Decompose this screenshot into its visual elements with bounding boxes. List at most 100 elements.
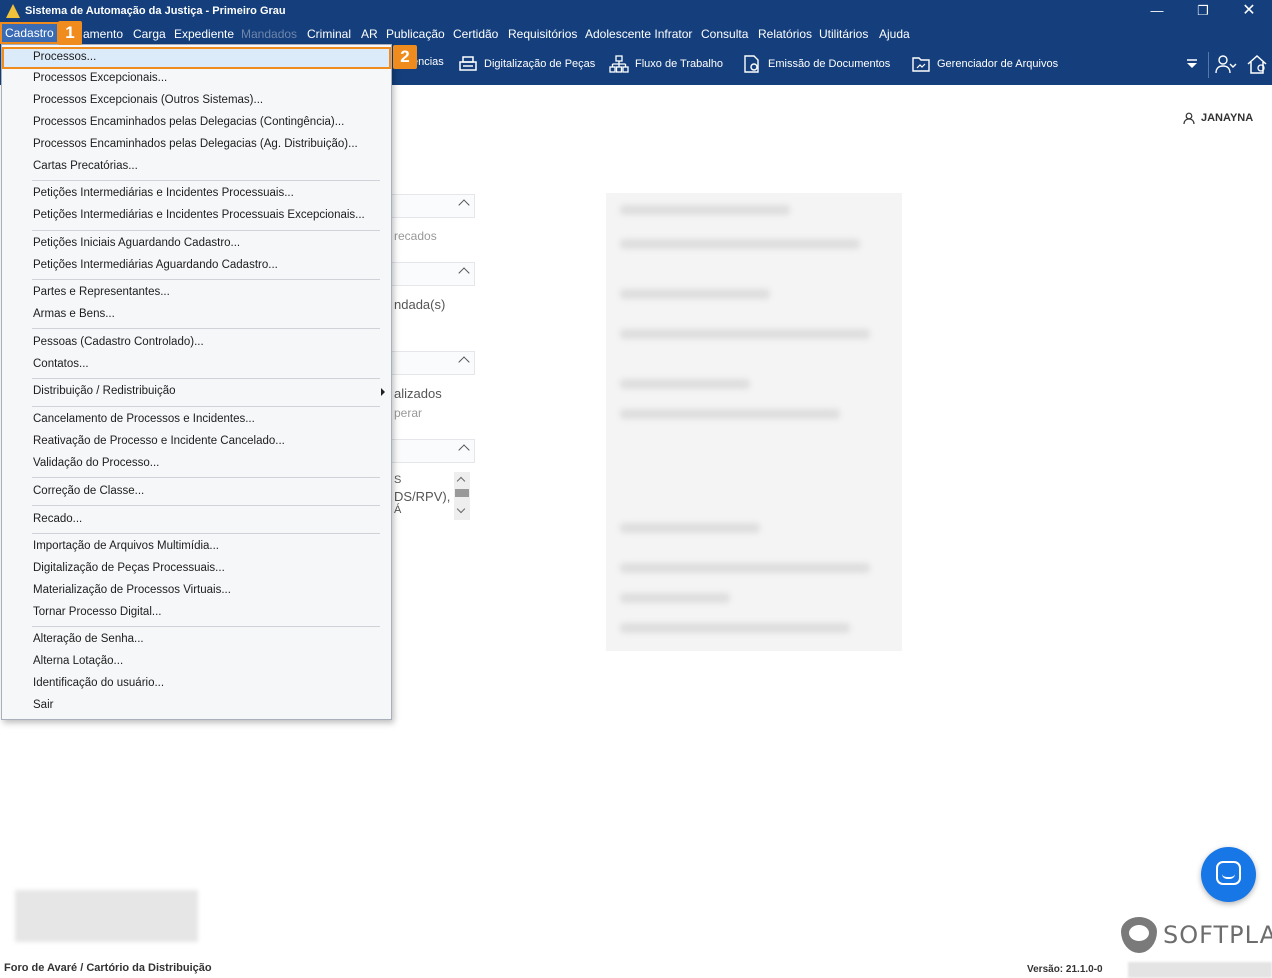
panel-text-mandados: ndada(s) [394,297,446,312]
menu-separator [32,279,380,280]
scroll-down-icon[interactable] [456,504,466,514]
scroll-up-icon[interactable] [456,476,466,486]
restore-button[interactable]: ❐ [1180,0,1226,24]
scanner-icon [459,56,477,71]
menu-expediente[interactable]: Expediente [174,27,234,41]
toolbar-gerenciador-button[interactable]: Gerenciador de Arquivos [911,54,1058,74]
menu-item-delegacias-distribuicao[interactable]: Processos Encaminhados pelas Delegacias … [33,138,358,150]
menu-item-validacao[interactable]: Validação do Processo... [33,457,159,469]
minimize-button[interactable]: — [1134,0,1180,24]
users-icon[interactable] [1215,53,1237,75]
menu-separator [32,180,380,181]
blurred-line [620,289,770,299]
panel-header-mandados[interactable] [391,262,475,286]
menu-item-importacao-multimidia[interactable]: Importação de Arquivos Multimídia... [33,540,219,552]
menu-carga[interactable]: Carga [133,27,166,41]
menu-utilitarios[interactable]: Utilitários [819,27,868,41]
panel-scrollbar[interactable] [454,472,470,520]
menu-item-processos-excepcionais-outros[interactable]: Processos Excepcionais (Outros Sistemas)… [33,94,263,106]
menu-separator [32,626,380,627]
menu-separator [32,230,380,231]
step-badge-1: 1 [58,21,82,45]
panel-header-realizados[interactable] [391,351,475,375]
blurred-line [620,409,840,419]
menu-adolescente-infrator[interactable]: Adolescente Infrator [585,27,692,41]
menu-criminal[interactable]: Criminal [307,27,351,41]
menu-cadastro[interactable]: Cadastro [0,22,59,44]
blurred-status-block [1128,962,1272,978]
overflow-chevron-icon[interactable] [1186,58,1198,70]
menu-item-armas-bens[interactable]: Armas e Bens... [33,308,115,320]
menu-item-peticoes-iniciais-aguardando[interactable]: Petições Iniciais Aguardando Cadastro... [33,237,240,249]
menu-ajuda[interactable]: Ajuda [879,27,910,41]
title-bar: Sistema de Automação da Justiça - Primei… [0,0,1272,24]
blurred-line [620,623,850,633]
blurred-line [620,593,730,603]
menu-publicacao[interactable]: Publicação [386,27,445,41]
home-icon[interactable] [1246,53,1268,75]
menu-separator [32,378,380,379]
panel-text-aguardando: perar [394,406,423,420]
chat-bubble-icon [1216,861,1241,885]
chevron-up-icon [458,356,470,368]
status-location: Foro de Avaré / Cartório da Distribuição [4,962,212,974]
menu-item-partes-representantes[interactable]: Partes e Representantes... [33,286,170,298]
toolbar-emissao-label: Emissão de Documentos [768,58,891,70]
step-badge-2: 2 [393,45,417,69]
menu-relatorios[interactable]: Relatórios [758,27,812,41]
menu-item-sair[interactable]: Sair [33,699,53,711]
menu-item-contatos[interactable]: Contatos... [33,358,89,370]
user-indicator[interactable]: JANAYNA [1183,112,1253,124]
menu-item-cancelamento[interactable]: Cancelamento de Processos e Incidentes..… [33,413,255,425]
panel-text-realizados: alizados [394,386,442,401]
menu-item-alterna-lotacao[interactable]: Alterna Lotação... [33,655,123,667]
menu-item-correcao-classe[interactable]: Correção de Classe... [33,485,144,497]
menu-item-digitalizacao-pecas[interactable]: Digitalização de Peças Processuais... [33,562,225,574]
panel-header-recados[interactable] [391,194,475,218]
menu-item-peticoes-intermediarias[interactable]: Petições Intermediárias e Incidentes Pro… [33,187,294,199]
panel-text-s: S [394,474,402,486]
toolbar-emissao-button[interactable]: Emissão de Documentos [742,54,890,74]
menu-requisitorios[interactable]: Requisitórios [508,27,577,41]
blurred-line [620,329,870,339]
menu-item-peticoes-intermediarias-aguardando[interactable]: Petições Intermediárias Aguardando Cadas… [33,259,278,271]
close-button[interactable]: ✕ [1226,0,1272,24]
workflow-icon [609,55,629,73]
blurred-content-panel [606,193,902,651]
toolbar-digitalizacao-button[interactable]: Digitalização de Peças [458,54,595,74]
menu-item-distribuicao[interactable]: Distribuição / Redistribuição [33,385,176,397]
chevron-up-icon [458,444,470,456]
menu-item-tornar-digital[interactable]: Tornar Processo Digital... [33,606,161,618]
menu-item-peticoes-intermediarias-excepcionais[interactable]: Petições Intermediárias e Incidentes Pro… [33,209,365,221]
toolbar-fluxo-button[interactable]: Fluxo de Trabalho [609,54,723,74]
panel-text-a: Á [394,504,402,516]
menu-certidao[interactable]: Certidão [453,27,498,41]
menu-separator [32,406,380,407]
window-title: Sistema de Automação da Justiça - Primei… [25,5,286,17]
menu-item-reativacao[interactable]: Reativação de Processo e Incidente Cance… [33,435,285,447]
menu-item-alteracao-senha[interactable]: Alteração de Senha... [33,633,144,645]
menu-item-delegacias-contingencia[interactable]: Processos Encaminhados pelas Delegacias … [33,116,344,128]
menu-item-recado[interactable]: Recado... [33,513,82,525]
blurred-line [620,523,760,533]
scroll-thumb[interactable] [455,489,469,497]
panel-header-requisitorios[interactable] [391,439,475,463]
blurred-line [620,379,750,389]
panel-text-ds-rpv: DS/RPV), [394,489,451,504]
menu-andamento[interactable]: amento [83,27,123,41]
menu-bar: Cadastro amento Carga Expediente Mandado… [0,22,1272,44]
menu-consulta[interactable]: Consulta [701,27,748,41]
menu-item-processos[interactable]: Processos... [33,51,96,63]
chevron-up-icon [458,199,470,211]
panel-text-recados: recados [394,229,437,243]
menu-item-identificacao-usuario[interactable]: Identificação do usuário... [33,677,164,689]
menu-item-processos-excepcionais[interactable]: Processos Excepcionais... [33,72,167,84]
menu-mandados: Mandados [241,27,298,41]
chat-button[interactable] [1201,847,1256,902]
blurred-line [620,563,870,573]
menu-ar[interactable]: AR [361,27,378,41]
menu-item-pessoas[interactable]: Pessoas (Cadastro Controlado)... [33,336,204,348]
menu-item-cartas-precatorias[interactable]: Cartas Precatórias... [33,160,138,172]
toolbar-separator [1208,52,1209,78]
menu-item-materializacao[interactable]: Materialização de Processos Virtuais... [33,584,231,596]
